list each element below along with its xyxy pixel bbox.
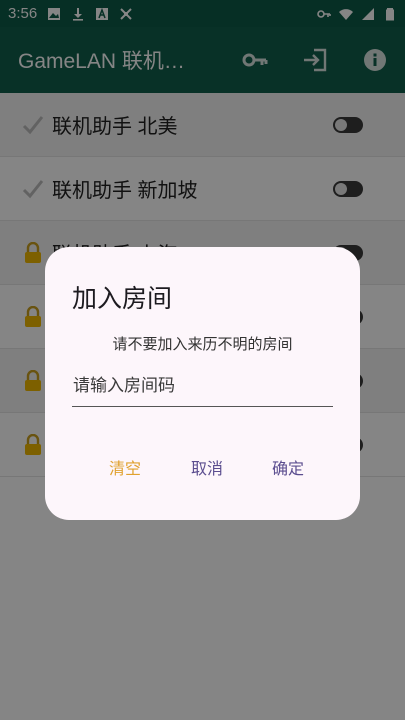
confirm-button[interactable]: 确定 bbox=[272, 452, 304, 482]
dialog-title: 加入房间 bbox=[72, 285, 173, 313]
clear-button[interactable]: 清空 bbox=[109, 452, 141, 482]
screen: 3:56 GameLAN 联机… 联机助手 北美 联机助手 新加坡 加入房间 请… bbox=[0, 0, 405, 720]
cancel-button[interactable]: 取消 bbox=[191, 452, 223, 482]
room-code-input[interactable] bbox=[72, 365, 333, 407]
join-room-dialog: 加入房间 请不要加入来历不明的房间 清空 取消 确定 bbox=[45, 247, 360, 520]
dialog-message: 请不要加入来历不明的房间 bbox=[112, 335, 293, 353]
